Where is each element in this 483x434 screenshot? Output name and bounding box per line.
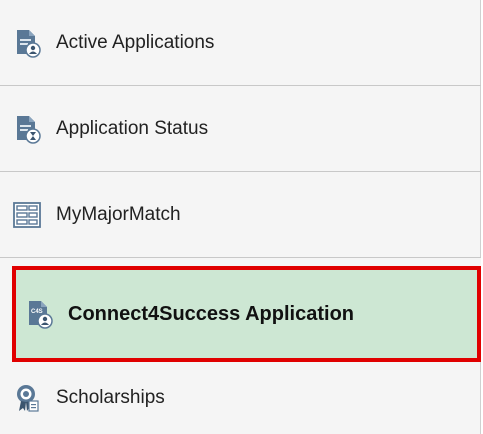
grid-list-icon xyxy=(12,200,42,230)
document-user-icon xyxy=(12,28,42,58)
nav-item-label: MyMajorMatch xyxy=(56,203,181,225)
divider xyxy=(0,258,481,266)
nav-item-label: Application Status xyxy=(56,117,209,139)
nav-item-scholarships[interactable]: Scholarships xyxy=(0,362,481,434)
svg-text:C4S: C4S xyxy=(31,309,43,315)
nav-item-label: Scholarships xyxy=(56,387,165,408)
document-hourglass-icon xyxy=(12,114,42,144)
nav-item-label: Connect4Success Application xyxy=(68,302,354,325)
nav-item-label: Active Applications xyxy=(56,31,215,53)
nav-item-application-status[interactable]: Application Status xyxy=(0,86,481,172)
navigation-panel: Active Applications Application Status M… xyxy=(0,0,481,434)
award-ribbon-icon xyxy=(12,383,42,413)
nav-item-active-applications[interactable]: Active Applications xyxy=(0,0,481,86)
nav-item-connect4success-application[interactable]: C4S Connect4Success Application xyxy=(12,266,481,362)
c4s-document-user-icon: C4S xyxy=(24,299,54,329)
nav-item-mymajormatch[interactable]: MyMajorMatch xyxy=(0,172,481,258)
